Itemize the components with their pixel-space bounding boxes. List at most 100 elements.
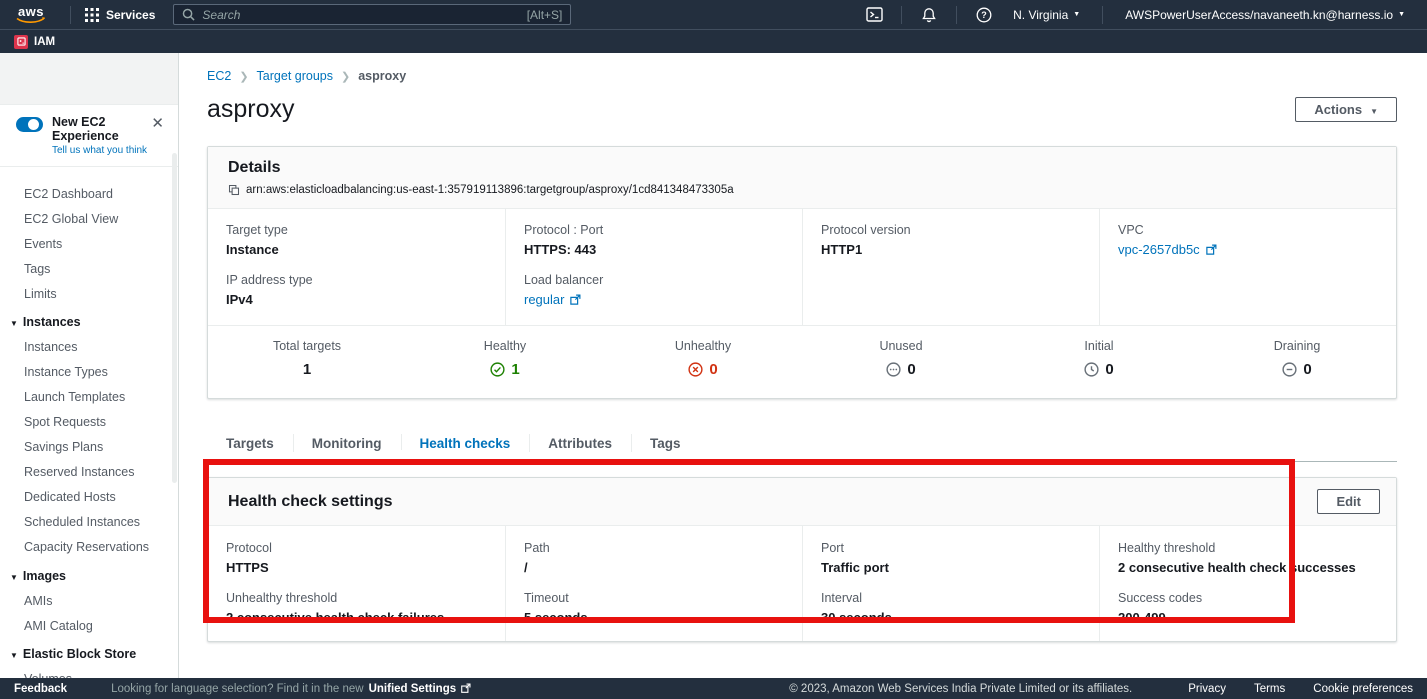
tab-monitoring[interactable]: Monitoring: [293, 425, 401, 461]
sidebar-item-events[interactable]: Events: [0, 231, 178, 256]
sidebar-item-launch-templates[interactable]: Launch Templates: [0, 385, 178, 410]
field-label: VPC: [1118, 223, 1376, 237]
region-selector[interactable]: N. Virginia ▼: [1001, 8, 1092, 22]
sidebar-item-volumes[interactable]: Volumes: [0, 667, 178, 679]
feedback-link[interactable]: Tell us what you think: [52, 145, 149, 156]
hc-success-codes-value: 200-499: [1118, 610, 1376, 625]
sidebar-item-ec2-dashboard[interactable]: EC2 Dashboard: [0, 181, 178, 206]
new-ec2-experience-toggle[interactable]: [16, 117, 43, 132]
hc-port-value: Traffic port: [821, 560, 1079, 575]
sidebar-item-spot-requests[interactable]: Spot Requests: [0, 410, 178, 435]
global-search[interactable]: [Alt+S]: [173, 4, 571, 25]
favorite-iam-label: IAM: [34, 36, 55, 48]
total-targets-value: 1: [303, 361, 311, 378]
health-check-settings-card: Health check settings Edit ProtocolHTTPS…: [207, 477, 1397, 642]
healthy-count: 1: [511, 361, 519, 378]
aws-logo[interactable]: aws: [16, 6, 46, 24]
edit-button[interactable]: Edit: [1317, 489, 1380, 514]
sidebar-top-spacer: [0, 53, 178, 105]
hc-timeout-value: 5 seconds: [524, 610, 782, 625]
vpc-link[interactable]: vpc-2657db5c: [1118, 242, 1376, 257]
stat-unused: Unused 0: [802, 339, 1000, 378]
sidebar-item-limits[interactable]: Limits: [0, 281, 178, 306]
top-navigation-bar: aws Services [Alt+S] ?: [0, 0, 1427, 29]
sidebar-item-capacity-reservations[interactable]: Capacity Reservations: [0, 535, 178, 560]
chevron-right-icon: ❯: [341, 70, 350, 83]
field-label: IP address type: [226, 273, 485, 287]
iam-service-icon: [14, 35, 28, 49]
cookie-preferences-link[interactable]: Cookie preferences: [1313, 683, 1413, 695]
external-link-icon: [1205, 244, 1217, 256]
field-label: Protocol: [226, 541, 485, 555]
unused-count: 0: [907, 361, 915, 378]
hc-path-value: /: [524, 560, 782, 575]
sidebar-section-instances[interactable]: ▼Instances: [0, 306, 178, 335]
chevron-down-icon: ▼: [1370, 107, 1378, 116]
copy-arn-button[interactable]: [228, 184, 240, 196]
close-icon[interactable]: ✕: [149, 115, 166, 133]
help-button[interactable]: ?: [967, 7, 1001, 23]
tab-bar: Targets Monitoring Health checks Attribu…: [207, 425, 1397, 462]
privacy-link[interactable]: Privacy: [1188, 683, 1226, 695]
actions-button[interactable]: Actions▼: [1295, 97, 1397, 122]
field-label: Timeout: [524, 591, 782, 605]
feedback-button[interactable]: Feedback: [14, 683, 67, 695]
health-check-title: Health check settings: [228, 493, 393, 511]
field-label: Load balancer: [524, 273, 782, 287]
sidebar-item-reserved-instances[interactable]: Reserved Instances: [0, 460, 178, 485]
account-menu[interactable]: AWSPowerUserAccess/navaneeth.kn@harness.…: [1113, 8, 1417, 22]
terms-link[interactable]: Terms: [1254, 683, 1285, 695]
cloudshell-button[interactable]: [857, 7, 891, 22]
target-group-arn: arn:aws:elasticloadbalancing:us-east-1:3…: [246, 184, 734, 196]
svg-text:?: ?: [981, 10, 987, 20]
triangle-down-icon: ▼: [10, 573, 18, 582]
page-title: asproxy: [207, 95, 295, 124]
load-balancer-link[interactable]: regular: [524, 292, 782, 307]
sidebar-item-scheduled-instances[interactable]: Scheduled Instances: [0, 510, 178, 535]
favorite-iam[interactable]: IAM: [14, 35, 55, 49]
divider: [901, 6, 902, 24]
breadcrumb-ec2[interactable]: EC2: [207, 69, 231, 83]
triangle-down-icon: ▼: [10, 319, 18, 328]
search-input[interactable]: [202, 8, 519, 22]
tab-targets[interactable]: Targets: [207, 425, 293, 461]
sidebar-item-instance-types[interactable]: Instance Types: [0, 360, 178, 385]
details-title: Details: [228, 159, 1376, 177]
question-icon: ?: [976, 7, 992, 23]
tab-health-checks[interactable]: Health checks: [401, 425, 530, 462]
unified-settings-link[interactable]: Unified Settings: [369, 683, 472, 695]
sidebar: New EC2 Experience Tell us what you thin…: [0, 53, 179, 678]
new-experience-label: New EC2 Experience: [52, 115, 149, 143]
details-header: Details arn:aws:elasticloadbalancing:us-…: [208, 147, 1396, 209]
sidebar-item-ec2-global-view[interactable]: EC2 Global View: [0, 206, 178, 231]
field-label: Target type: [226, 223, 485, 237]
chevron-down-icon: ▼: [1073, 11, 1080, 18]
check-circle-icon: [490, 362, 505, 377]
divider: [70, 6, 71, 24]
notifications-button[interactable]: [912, 7, 946, 23]
sidebar-section-images[interactable]: ▼Images: [0, 560, 178, 589]
health-check-grid: ProtocolHTTPS Unhealthy threshold2 conse…: [208, 526, 1396, 641]
hc-interval-value: 30 seconds: [821, 610, 1079, 625]
sidebar-item-ami-catalog[interactable]: AMI Catalog: [0, 613, 178, 638]
field-label: Unhealthy threshold: [226, 591, 485, 605]
language-selection-text: Looking for language selection? Find it …: [111, 683, 364, 695]
services-menu[interactable]: Services: [81, 8, 159, 22]
new-experience-panel: New EC2 Experience Tell us what you thin…: [0, 105, 178, 167]
field-label: Port: [821, 541, 1079, 555]
sidebar-section-elastic-block-store[interactable]: ▼Elastic Block Store: [0, 638, 178, 667]
sidebar-item-amis[interactable]: AMIs: [0, 588, 178, 613]
sidebar-item-savings-plans[interactable]: Savings Plans: [0, 435, 178, 460]
sidebar-item-tags[interactable]: Tags: [0, 256, 178, 281]
target-type-value: Instance: [226, 242, 485, 257]
tab-attributes[interactable]: Attributes: [529, 425, 631, 461]
sidebar-item-dedicated-hosts[interactable]: Dedicated Hosts: [0, 485, 178, 510]
aws-smile-icon: [16, 17, 46, 24]
sidebar-item-instances[interactable]: Instances: [0, 335, 178, 360]
sidebar-scrollbar[interactable]: [172, 153, 177, 483]
field-label: Interval: [821, 591, 1079, 605]
tab-tags[interactable]: Tags: [631, 425, 700, 461]
hc-healthy-threshold-value: 2 consecutive health check successes: [1118, 560, 1376, 575]
ip-address-type-value: IPv4: [226, 292, 485, 307]
breadcrumb-target-groups[interactable]: Target groups: [257, 69, 333, 83]
